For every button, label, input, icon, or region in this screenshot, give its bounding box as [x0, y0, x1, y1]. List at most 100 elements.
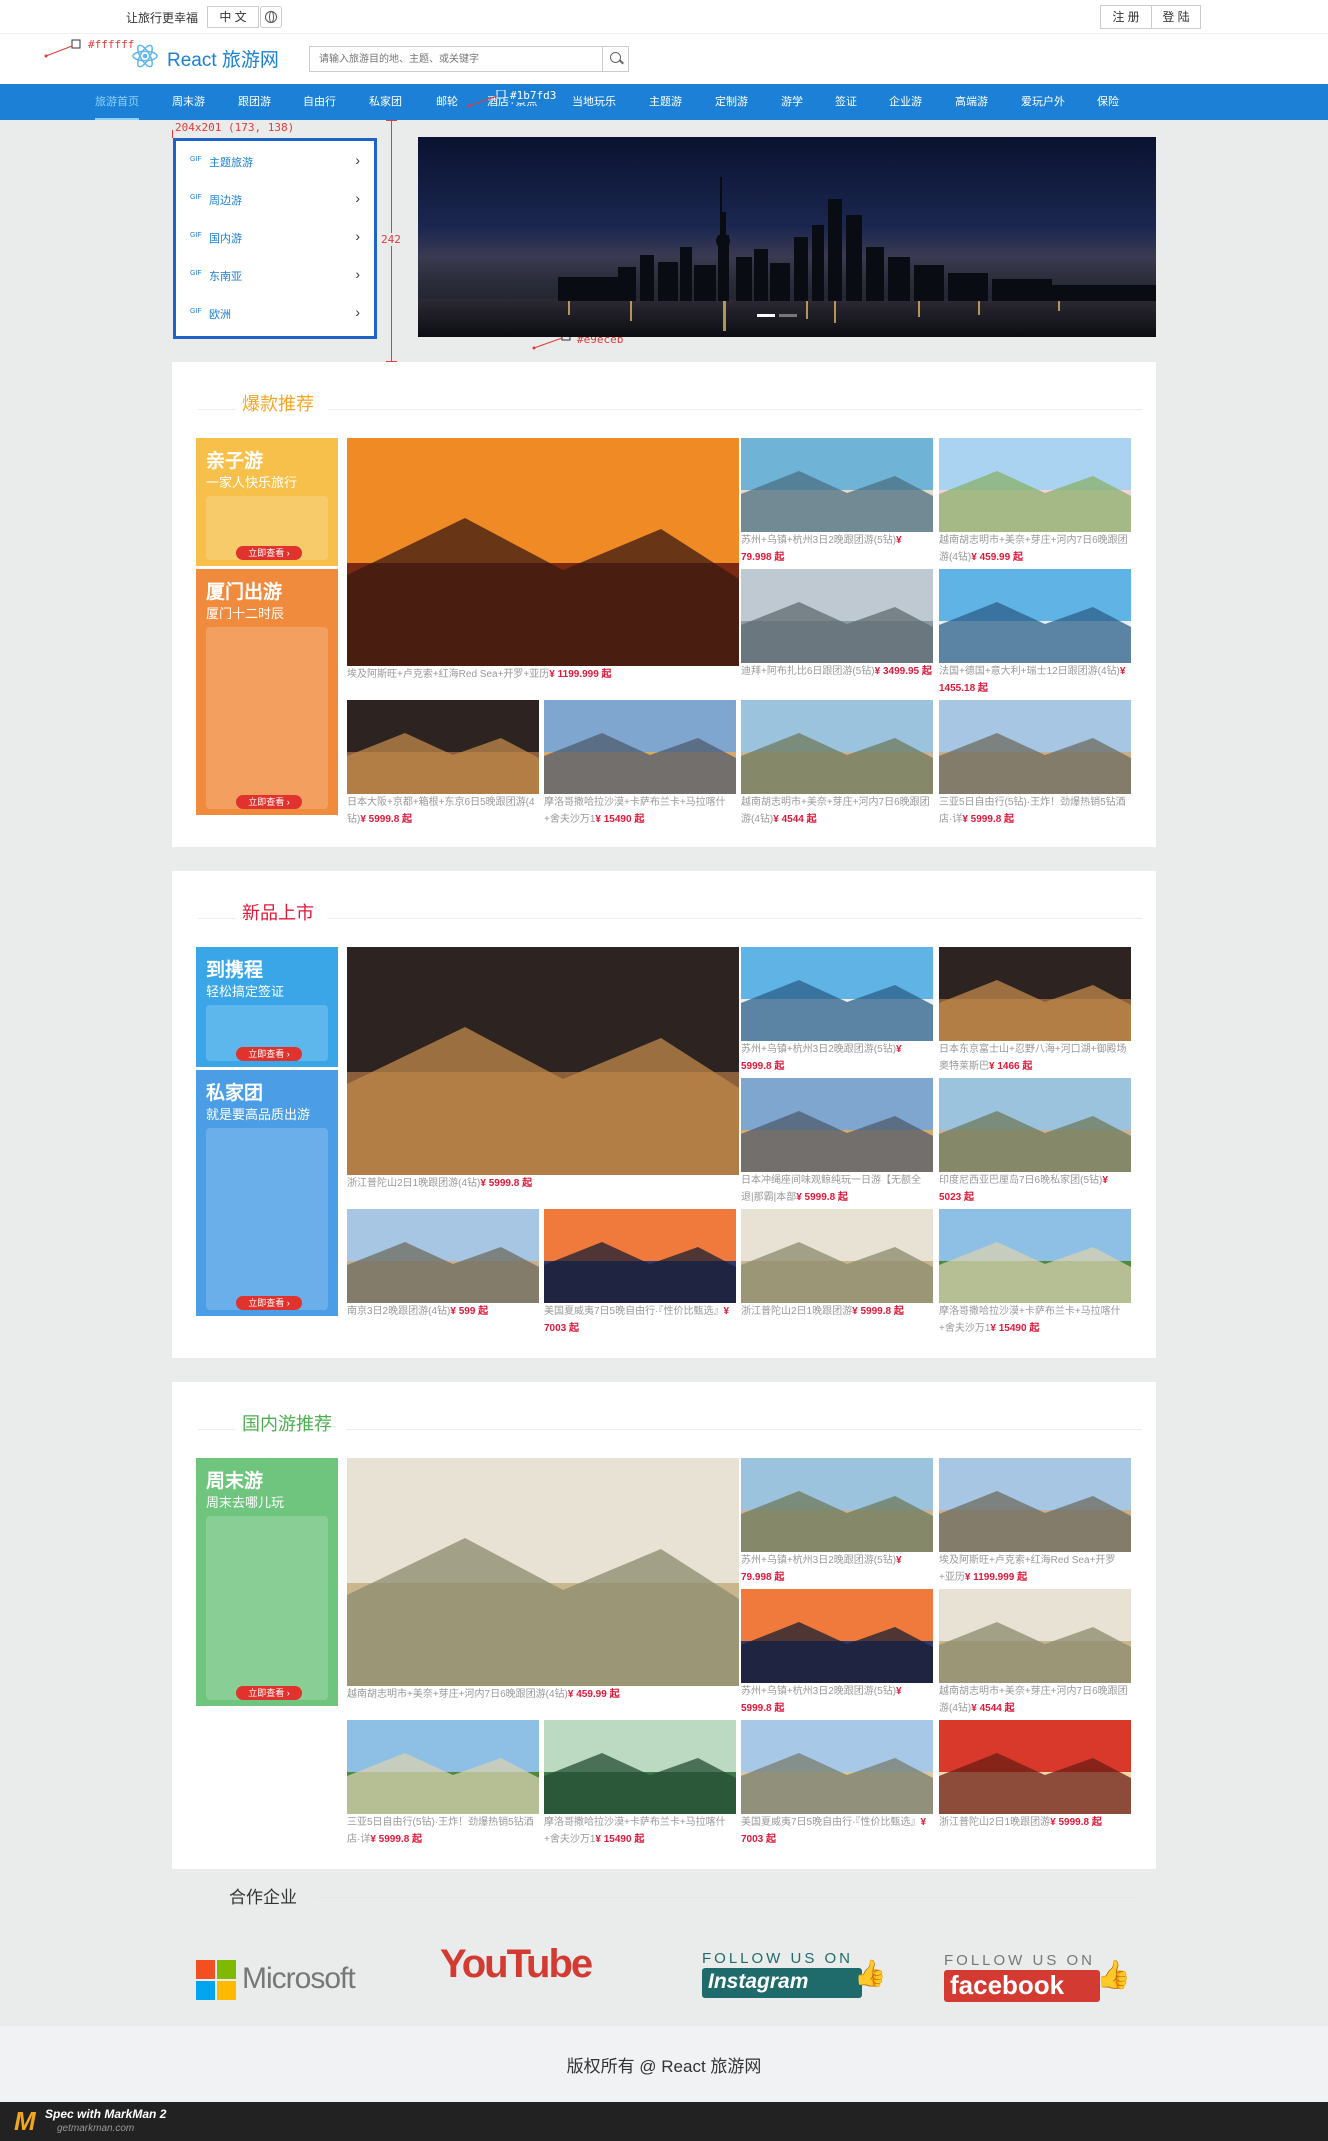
tour-card[interactable]: 日本大阪+京都+箱根+东京6日5晚跟团游(4钻)¥ 5999.8 起 — [347, 700, 539, 828]
tour-caption: 浙江普陀山2日1晚跟团游¥ 5999.8 起 — [939, 1814, 1131, 1831]
nav-item[interactable]: 自由行 — [303, 84, 336, 120]
gif-icon: GIF — [190, 232, 202, 239]
search-input[interactable] — [310, 47, 602, 71]
react-logo-icon[interactable] — [131, 42, 159, 70]
facebook-badge: facebook — [944, 1970, 1100, 2002]
tour-card[interactable]: 苏州+乌镇+杭州3日2晚跟团游(5钻)¥ 5999.8 起 — [741, 1589, 933, 1717]
carousel-dot-active[interactable] — [757, 314, 775, 317]
side-menu-item[interactable]: GIF 国内游 › — [176, 218, 374, 256]
tour-card[interactable]: 南京3日2晚跟团游(4钻)¥ 599 起 — [347, 1209, 539, 1337]
tour-card-large[interactable]: 越南胡志明市+美奈+芽庄+河内7日6晚跟团游(4钻)¥ 459.99 起 — [347, 1458, 739, 1708]
logo-text[interactable]: React 旅游网 — [167, 45, 279, 72]
banner-carousel[interactable] — [418, 137, 1156, 337]
view-now-button[interactable]: 立即查看 › — [236, 795, 302, 809]
tour-card[interactable]: 苏州+乌镇+杭州3日2晚跟团游(5钻)¥ 79.998 起 — [741, 438, 933, 566]
view-now-button[interactable]: 立即查看 › — [236, 1296, 302, 1310]
view-now-button[interactable]: 立即查看 › — [236, 546, 302, 560]
nav-item[interactable]: 周末游 — [172, 84, 205, 120]
tour-price: ¥ 459.99 起 — [971, 552, 1023, 563]
section-hot: 爆款推荐 亲子游 一家人快乐旅行 立即查看 › 厦门出游 厦门十二时辰 立即查看 › 埃及阿斯… — [172, 362, 1156, 847]
tour-card[interactable]: 三亚5日自由行(5钻)·王炸！劲爆热销5钻酒店·详¥ 5999.8 起 — [347, 1720, 539, 1848]
nav-item[interactable]: 游学 — [781, 84, 803, 120]
tour-card[interactable]: 埃及阿斯旺+卢克索+红海Red Sea+开罗+亚历¥ 1199.999 起 — [939, 1458, 1131, 1586]
tour-card[interactable]: 越南胡志明市+美奈+芽庄+河内7日6晚跟团游(4钻)¥ 4544 起 — [741, 700, 933, 828]
tour-card[interactable]: 三亚5日自由行(5钻)·王炸！劲爆热销5钻酒店·详¥ 5999.8 起 — [939, 700, 1131, 828]
promo-banner[interactable]: 到携程 轻松搞定签证 立即查看 › — [196, 947, 338, 1067]
tour-card[interactable]: 法国+德国+意大利+瑞士12日跟团游(4钻)¥ 1455.18 起 — [939, 569, 1131, 697]
carousel-dot[interactable] — [779, 314, 797, 317]
tour-card-large[interactable]: 浙江普陀山2日1晚跟团游(4钻)¥ 5999.8 起 — [347, 947, 739, 1197]
view-now-button[interactable]: 立即查看 › — [236, 1686, 302, 1700]
footer: 版权所有 @ React 旅游网 — [0, 2026, 1328, 2102]
tour-card[interactable]: 迪拜+阿布扎比6日跟团游(5钻)¥ 3499.95 起 — [741, 569, 933, 697]
nav-item[interactable]: 邮轮 — [436, 84, 458, 120]
tour-card[interactable]: 苏州+乌镇+杭州3日2晚跟团游(5钻)¥ 5999.8 起 — [741, 947, 933, 1075]
nav-item[interactable]: 当地玩乐 — [572, 84, 616, 120]
tour-card[interactable]: 印度尼西亚巴厘岛7日6晚私家团(5钻)¥ 5023 起 — [939, 1078, 1131, 1206]
nav-item[interactable]: 定制游 — [715, 84, 748, 120]
header: React 旅游网 — [0, 34, 1328, 84]
facebook-logo[interactable]: FOLLOW US ON facebook 👍 — [934, 1952, 1144, 2012]
tour-card[interactable]: 摩洛哥撒哈拉沙漠+卡萨布兰卡+马拉喀什+舍夫沙万1¥ 15490 起 — [939, 1209, 1131, 1337]
tour-title: 法国+德国+意大利+瑞士12日跟团游(4钻) — [939, 666, 1120, 677]
tour-card[interactable]: 浙江普陀山2日1晚跟团游¥ 5999.8 起 — [741, 1209, 933, 1337]
tour-caption: 浙江普陀山2日1晚跟团游¥ 5999.8 起 — [741, 1303, 933, 1320]
youtube-logo[interactable]: YouTube — [440, 1936, 602, 2000]
tour-card[interactable]: 摩洛哥撒哈拉沙漠+卡萨布兰卡+马拉喀什+舍夫沙万1¥ 15490 起 — [544, 700, 736, 828]
tour-price: ¥ 5999.8 起 — [480, 1178, 533, 1189]
globe-icon[interactable] — [260, 6, 282, 28]
tour-price: ¥ 5999.8 起 — [360, 814, 413, 825]
nav-item[interactable]: 爱玩户外 — [1021, 84, 1065, 120]
login-button[interactable]: 登 陆 — [1151, 5, 1201, 29]
promo-banner[interactable]: 厦门出游 厦门十二时辰 立即查看 › — [196, 569, 338, 815]
promo-banner[interactable]: 私家团 就是要高品质出游 立即查看 › — [196, 1070, 338, 1316]
tour-card[interactable]: 越南胡志明市+美奈+芽庄+河内7日6晚跟团游(4钻)¥ 4544 起 — [939, 1589, 1131, 1717]
tour-price: ¥ 3499.95 起 — [874, 666, 932, 677]
promo-banner[interactable]: 亲子游 一家人快乐旅行 立即查看 › — [196, 438, 338, 566]
microsoft-logo[interactable]: Microsoft — [196, 1958, 356, 2004]
tour-photo — [544, 700, 736, 794]
nav-item[interactable]: 主题游 — [649, 84, 682, 120]
tour-title: 越南胡志明市+美奈+芽庄+河内7日6晚跟团游(4钻) — [939, 535, 1128, 563]
nav-item[interactable]: 保险 — [1097, 84, 1119, 120]
main-nav: 旅游首页 周末游 跟团游 自由行 私家团 邮轮 酒店+景点 当地玩乐 主题游 定制游 游学 签证 企业游… — [0, 84, 1328, 120]
tour-title: 越南胡志明市+美奈+芽庄+河内7日6晚跟团游(4钻) — [939, 1686, 1128, 1714]
search-icon[interactable] — [602, 47, 628, 71]
view-now-button[interactable]: 立即查看 › — [236, 1047, 302, 1061]
side-menu-item[interactable]: GIF 欧洲 › — [176, 294, 374, 332]
register-button[interactable]: 注 册 — [1100, 5, 1152, 29]
tour-photo — [347, 1720, 539, 1814]
nav-item[interactable]: 企业游 — [889, 84, 922, 120]
tour-card[interactable]: 浙江普陀山2日1晚跟团游¥ 5999.8 起 — [939, 1720, 1131, 1848]
partners-divider — [316, 1897, 1138, 1898]
tour-card[interactable]: 日本东京富士山+忍野八海+河口湖+御殿场奥特莱斯巴¥ 1466 起 — [939, 947, 1131, 1075]
tour-photo — [347, 1209, 539, 1303]
nav-item[interactable]: 旅游首页 — [95, 84, 139, 120]
nav-item[interactable]: 签证 — [835, 84, 857, 120]
tour-photo — [544, 1720, 736, 1814]
tour-card[interactable]: 苏州+乌镇+杭州3日2晚跟团游(5钻)¥ 79.998 起 — [741, 1458, 933, 1586]
markman-title: Spec with MarkMan 2 — [45, 2107, 167, 2121]
instagram-logo[interactable]: FOLLOW US ON Instagram 👍 — [690, 1950, 890, 2010]
thumbs-up-icon: 👍 — [854, 1958, 887, 1988]
tour-card[interactable]: 美国夏威夷7日5晚自由行·『性价比甄选』¥ 7003 起 — [544, 1209, 736, 1337]
tour-photo — [347, 438, 739, 666]
promo-banner[interactable]: 周末游 周末去哪儿玩 立即查看 › — [196, 1458, 338, 1706]
tour-card[interactable]: 摩洛哥撒哈拉沙漠+卡萨布兰卡+马拉喀什+舍夫沙万1¥ 15490 起 — [544, 1720, 736, 1848]
tour-card-large[interactable]: 埃及阿斯旺+卢克索+红海Red Sea+开罗+亚历¥ 1199.999 起 — [347, 438, 739, 688]
tour-photo — [347, 700, 539, 794]
tour-caption: 浙江普陀山2日1晚跟团游(4钻)¥ 5999.8 起 — [347, 1175, 739, 1192]
side-menu-item[interactable]: GIF 主题旅游 › — [176, 142, 374, 180]
nav-item[interactable]: 私家团 — [369, 84, 402, 120]
side-menu-item[interactable]: GIF 周边游 › — [176, 180, 374, 218]
tour-photo — [939, 700, 1131, 794]
nav-item[interactable]: 跟团游 — [238, 84, 271, 120]
side-menu-item[interactable]: GIF 东南亚 › — [176, 256, 374, 294]
tour-photo — [939, 1078, 1131, 1172]
nav-item[interactable]: 高端游 — [955, 84, 988, 120]
tour-card[interactable]: 越南胡志明市+美奈+芽庄+河内7日6晚跟团游(4钻)¥ 459.99 起 — [939, 438, 1131, 566]
tour-card[interactable]: 美国夏威夷7日5晚自由行·『性价比甄选』¥ 7003 起 — [741, 1720, 933, 1848]
language-select[interactable]: 中 文 — [207, 6, 259, 28]
tour-title: 埃及阿斯旺+卢克索+红海Red Sea+开罗+亚历 — [347, 669, 550, 680]
tour-card[interactable]: 日本冲绳座间味观鲸纯玩一日游【无额全退|那霸|本部¥ 5999.8 起 — [741, 1078, 933, 1206]
